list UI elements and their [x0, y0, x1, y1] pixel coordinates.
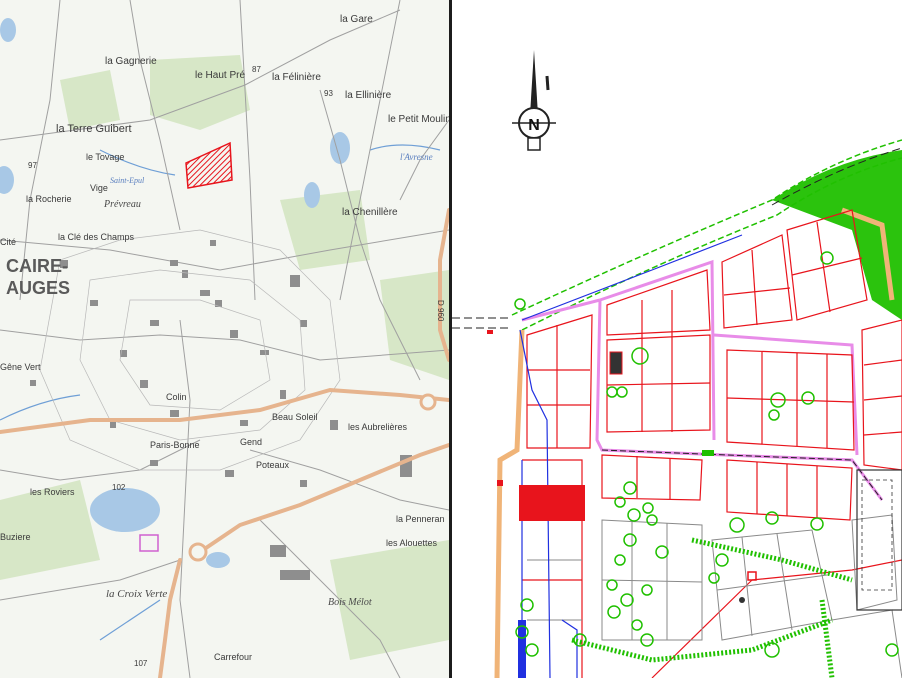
place-label: la Clé des Champs	[58, 232, 135, 242]
place-label: les Alouettes	[386, 538, 438, 548]
place-label: Gêne Vert	[0, 362, 41, 372]
road-ref: D 960	[436, 300, 445, 322]
place-label: la Rocherie	[26, 194, 72, 204]
place-label: la Penneran	[396, 514, 445, 524]
town-name: CAIRE-	[6, 256, 68, 276]
place-label: Gend	[240, 437, 262, 447]
place-label: Bois Mélot	[328, 597, 372, 608]
stream-label: Saint-Epul	[110, 176, 145, 185]
road-ref: 107	[134, 659, 148, 668]
place-label: Vige	[90, 183, 108, 193]
map-figure: la Gare la Gagnerie le Haut Pré la Félin…	[0, 0, 902, 678]
north-arrow-icon: N	[512, 50, 556, 151]
place-label: Prévreau	[103, 199, 141, 210]
place-label: les Aubrelières	[348, 422, 408, 432]
place-label: la Chenillère	[342, 207, 398, 218]
north-label: N	[528, 117, 540, 134]
place-label: le Tovage	[86, 152, 124, 162]
location-map: la Gare la Gagnerie le Haut Pré la Félin…	[0, 0, 449, 678]
road-ref: 97	[28, 161, 37, 170]
place-label: la Ellinière	[345, 90, 392, 101]
place-label: la Croix Verte	[106, 588, 167, 600]
place-label: Colin	[166, 392, 187, 402]
place-label: les Roviers	[30, 487, 75, 497]
road-ref: 102	[112, 483, 126, 492]
place-label: la Félinière	[272, 72, 321, 83]
road-ref: 87	[252, 65, 261, 74]
location-map-canvas: la Gare la Gagnerie le Haut Pré la Félin…	[0, 0, 449, 678]
project-site-marker	[185, 141, 233, 189]
place-label: la Terre Guibert	[56, 123, 132, 135]
place-label: Cité	[0, 237, 16, 247]
plot-highlight	[519, 485, 585, 521]
place-label: Poteaux	[256, 460, 290, 470]
place-label: Paris-Bonne	[150, 440, 200, 450]
place-label: Beau Soleil	[272, 412, 318, 422]
road-ref: 93	[324, 89, 333, 98]
town-name: AUGES	[6, 278, 70, 298]
place-label: la Gare	[340, 14, 373, 25]
place-label: le Petit Moulin	[388, 114, 449, 125]
place-label: le Haut Pré	[195, 70, 245, 81]
place-label: Carrefour	[214, 652, 252, 662]
place-label: la Gagnerie	[105, 56, 157, 67]
place-label: Buziere	[0, 532, 31, 542]
stream-label: l'Avresne	[400, 152, 433, 162]
site-plan-canvas: N	[452, 50, 902, 678]
site-plan: N	[452, 0, 902, 678]
